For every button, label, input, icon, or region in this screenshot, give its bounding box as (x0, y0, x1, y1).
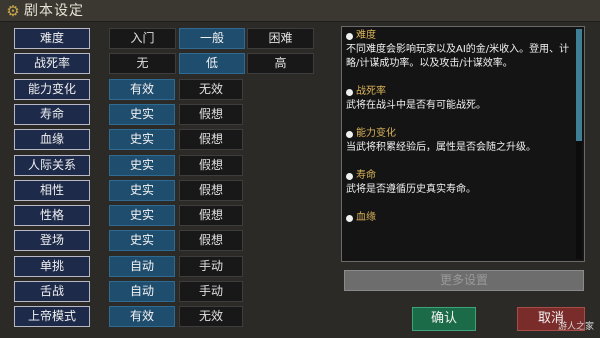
setting-label: 相性 (14, 180, 90, 201)
setting-option[interactable]: 有效 (109, 306, 175, 327)
description-heading-text: 寿命 (356, 170, 376, 181)
description-section: 难度不同难度会影响玩家以及AI的金/米收入。登用、计略/计谋成功率。以及攻击/计… (346, 29, 572, 71)
setting-label: 性格 (14, 205, 90, 226)
setting-option[interactable]: 史实 (109, 230, 175, 251)
setting-label: 人际关系 (14, 155, 90, 176)
more-settings-button[interactable]: 更多设置 (344, 270, 584, 291)
setting-option[interactable]: 无效 (179, 79, 243, 100)
setting-label: 登场 (14, 230, 90, 251)
setting-option[interactable]: 假想 (179, 230, 243, 251)
description-heading: 难度 (346, 29, 572, 43)
setting-option[interactable]: 入门 (109, 28, 176, 49)
setting-label: 难度 (14, 28, 90, 49)
description-section: 血缘 (346, 211, 572, 225)
description-body: 不同难度会影响玩家以及AI的金/米收入。登用、计略/计谋成功率。以及攻击/计谋效… (346, 44, 570, 69)
setting-label: 寿命 (14, 104, 90, 125)
setting-label: 血缘 (14, 129, 90, 150)
setting-option[interactable]: 自动 (109, 281, 175, 302)
setting-option[interactable]: 高 (247, 53, 314, 74)
title-bar: ⚙ 剧本设定 (0, 0, 600, 22)
description-section: 寿命武将是否遵循历史真实寿命。 (346, 169, 572, 197)
bullet-icon (346, 32, 353, 40)
setting-label: 能力变化 (14, 79, 90, 100)
setting-option[interactable]: 假想 (179, 129, 243, 150)
setting-option[interactable]: 史实 (109, 180, 175, 201)
setting-option[interactable]: 假想 (179, 180, 243, 201)
description-heading: 战死率 (346, 85, 572, 99)
setting-option[interactable]: 自动 (109, 256, 175, 277)
confirm-button[interactable]: 确认 (412, 307, 476, 331)
description-heading: 能力变化 (346, 127, 572, 141)
bullet-icon (346, 130, 353, 138)
bullet-icon (346, 88, 353, 96)
description-section: 战死率武将在战斗中是否有可能战死。 (346, 85, 572, 113)
setting-label: 战死率 (14, 53, 90, 74)
bullet-icon (346, 214, 353, 222)
setting-option[interactable]: 无效 (179, 306, 243, 327)
setting-label: 单挑 (14, 256, 90, 277)
setting-label: 舌战 (14, 281, 90, 302)
description-body: 武将是否遵循历史真实寿命。 (346, 184, 476, 195)
description-heading-text: 难度 (356, 30, 376, 41)
setting-option[interactable]: 史实 (109, 129, 175, 150)
description-body: 武将在战斗中是否有可能战死。 (346, 100, 486, 111)
setting-option[interactable]: 假想 (179, 205, 243, 226)
setting-option[interactable]: 手动 (179, 281, 243, 302)
description-heading-text: 战死率 (356, 86, 386, 97)
setting-option[interactable]: 困难 (247, 28, 314, 49)
setting-option[interactable]: 一般 (179, 28, 245, 49)
description-content: 难度不同难度会影响玩家以及AI的金/米收入。登用、计略/计谋成功率。以及攻击/计… (346, 29, 572, 239)
setting-label: 上帝模式 (14, 306, 90, 327)
setting-option[interactable]: 低 (179, 53, 245, 74)
window-title: 剧本设定 (24, 3, 84, 19)
description-heading: 血缘 (346, 211, 572, 225)
description-heading-text: 能力变化 (356, 128, 396, 139)
setting-option[interactable]: 史实 (109, 104, 175, 125)
setting-option[interactable]: 史实 (109, 205, 175, 226)
setting-option[interactable]: 假想 (179, 104, 243, 125)
scrollbar-thumb[interactable] (576, 29, 582, 141)
bullet-icon (346, 172, 353, 180)
setting-option[interactable]: 无 (109, 53, 176, 74)
setting-option[interactable]: 史实 (109, 155, 175, 176)
description-heading: 寿命 (346, 169, 572, 183)
setting-option[interactable]: 假想 (179, 155, 243, 176)
description-body: 当武将积累经验后，属性是否会随之升级。 (346, 142, 536, 153)
description-panel: 难度不同难度会影响玩家以及AI的金/米收入。登用、计略/计谋成功率。以及攻击/计… (341, 26, 585, 262)
gear-icon: ⚙ (6, 2, 20, 20)
description-section: 能力变化当武将积累经验后，属性是否会随之升级。 (346, 127, 572, 155)
setting-option[interactable]: 有效 (109, 79, 175, 100)
description-heading-text: 血缘 (356, 212, 376, 223)
setting-option[interactable]: 手动 (179, 256, 243, 277)
watermark: 游人之家 (557, 322, 594, 332)
